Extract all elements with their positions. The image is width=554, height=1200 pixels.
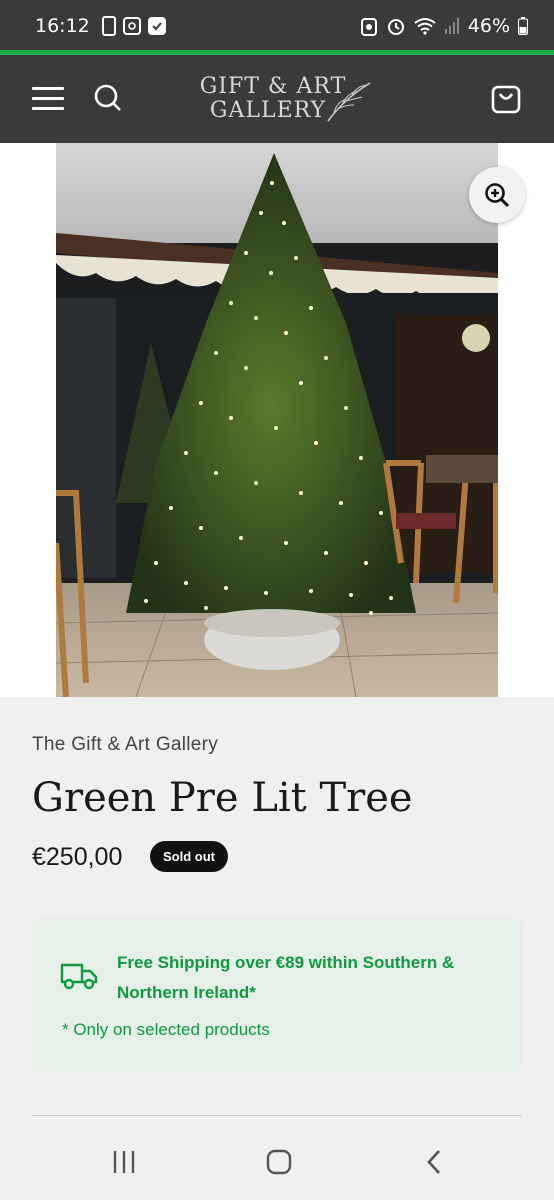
status-time: 16:12 <box>35 15 90 37</box>
zoom-button[interactable] <box>469 167 525 223</box>
site-header: GIFT & ART GALLERY <box>0 55 554 143</box>
checkbox-notification-icon <box>147 17 166 35</box>
image-margin-left <box>0 143 56 697</box>
hamburger-icon-bar <box>32 87 64 90</box>
site-logo[interactable]: GIFT & ART GALLERY <box>198 75 378 125</box>
back-icon <box>427 1150 440 1174</box>
cart-button[interactable] <box>490 83 522 115</box>
home-button[interactable] <box>259 1146 299 1178</box>
zoom-in-icon <box>485 183 510 208</box>
product-title: Green Pre Lit Tree <box>32 775 413 821</box>
product-vendor[interactable]: The Gift & Art Gallery <box>32 734 218 756</box>
shopping-bag-icon <box>491 85 521 114</box>
sim-icon <box>101 16 116 36</box>
battery-percent: 46% <box>467 15 510 37</box>
menu-button[interactable] <box>32 87 64 111</box>
instagram-icon <box>122 17 141 35</box>
wifi-icon <box>414 18 436 35</box>
recycle-icon <box>360 18 377 36</box>
recents-icon <box>113 1151 135 1173</box>
battery-icon <box>518 17 528 35</box>
sold-out-badge: Sold out <box>150 841 228 872</box>
product-image[interactable] <box>56 143 498 697</box>
shipping-text: Free Shipping over €89 within Southern &… <box>117 953 455 1002</box>
divider <box>32 1115 522 1116</box>
status-right: 46% <box>360 15 528 37</box>
shipping-info-box: Free Shipping over €89 within Southern &… <box>32 918 522 1073</box>
home-icon <box>266 1149 292 1175</box>
search-button[interactable] <box>94 84 122 112</box>
delivery-truck-icon <box>60 963 98 990</box>
product-price: €250,00 <box>32 843 123 871</box>
feather-icon <box>327 82 371 122</box>
christmas-tree-photo <box>56 143 498 697</box>
status-bar: 16:12 46% <box>0 0 554 52</box>
search-icon <box>94 84 121 111</box>
notification-icons <box>101 16 166 36</box>
hamburger-icon-bar <box>32 97 64 100</box>
back-button[interactable] <box>414 1146 454 1178</box>
android-nav-bar <box>0 1122 554 1200</box>
signal-icon <box>444 18 459 34</box>
shipping-note: * Only on selected products <box>62 1020 270 1039</box>
alarm-icon <box>387 19 404 35</box>
recents-button[interactable] <box>104 1146 144 1178</box>
image-margin-right <box>498 143 554 697</box>
hamburger-icon-bar <box>32 107 64 110</box>
